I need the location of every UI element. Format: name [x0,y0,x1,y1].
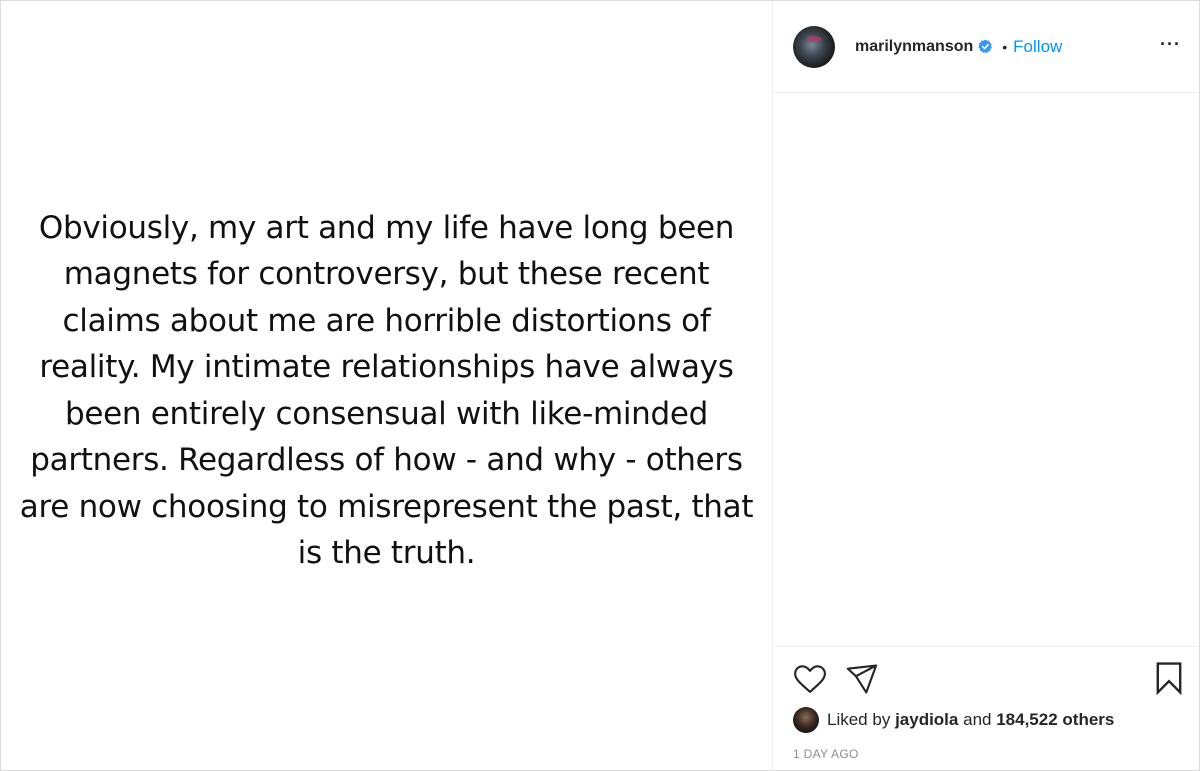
instagram-post: Obviously, my art and my life have long … [0,0,1200,771]
likes-prefix: Liked by [827,710,891,729]
verified-badge-icon [978,39,993,54]
post-sidebar: marilynmanson • Follow ··· Liked by jayd… [773,1,1199,770]
separator-dot: • [1002,38,1008,55]
post-image-text: Obviously, my art and my life have long … [19,209,754,572]
likes-summary: Liked by jaydiola and 184,522 others [793,707,1181,733]
post-image[interactable]: Obviously, my art and my life have long … [1,1,773,770]
post-header: marilynmanson • Follow ··· [773,1,1199,93]
liker-avatar[interactable] [793,707,819,733]
comments-area [773,93,1199,646]
more-options-icon[interactable]: ··· [1160,35,1181,53]
likes-and: and [963,710,992,729]
action-bar [793,661,1181,697]
liker-username-link[interactable]: jaydiola [895,710,958,730]
post-footer: Liked by jaydiola and 184,522 others 1 D… [773,646,1199,770]
bookmark-icon[interactable] [1153,661,1185,695]
profile-avatar[interactable] [793,25,835,68]
post-timestamp[interactable]: 1 DAY AGO [793,747,1181,761]
heart-icon[interactable] [793,662,827,696]
follow-button[interactable]: Follow [1013,37,1062,57]
username-link[interactable]: marilynmanson [855,38,973,56]
paper-plane-icon[interactable] [845,662,879,696]
likes-count-link[interactable]: 184,522 others [996,710,1114,730]
